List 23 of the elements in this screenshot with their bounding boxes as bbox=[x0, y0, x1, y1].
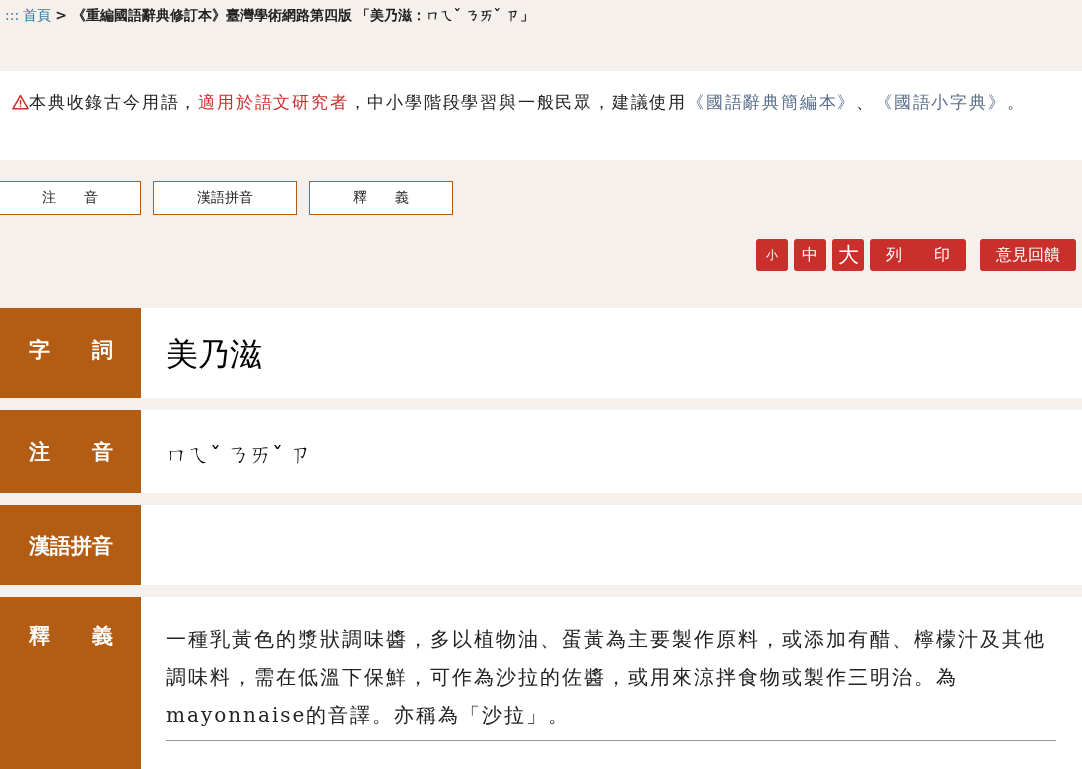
breadcrumb-entry: 「美乃滋：ㄇㄟˇ ㄋㄞˇ ㄗ」 bbox=[355, 7, 534, 25]
zhuyin-text: ㄇㄟˇ ㄋㄞˇ ㄗ bbox=[166, 441, 313, 469]
field-label: 字 詞 bbox=[0, 308, 141, 398]
definition-text: 一種乳黃色的漿狀調味醬，多以植物油、蛋黃為主要製作原料，或添加有醋、檸檬汁及其他調味料，需在低溫下保鮮，可作為沙拉的佐醬，或用來涼拌食物或製作三明治。為mayonnaise的音譯。亦稱為「沙拉」。 bbox=[166, 626, 1047, 729]
section-tab[interactable]: 釋 義 bbox=[309, 181, 453, 215]
breadcrumb-separator: ::: bbox=[5, 7, 20, 23]
font-small-button[interactable]: 小 bbox=[756, 239, 788, 271]
feedback-button[interactable]: 意見回饋 bbox=[980, 239, 1076, 271]
dictionary-link[interactable]: 《國語辭典簡編本》 bbox=[687, 92, 857, 112]
font-medium-button[interactable]: 中 bbox=[794, 239, 826, 271]
breadcrumb-text: > 《重編國語辭典修訂本》臺灣學術網路第四版 bbox=[55, 7, 352, 25]
section-tab[interactable]: 注 音 bbox=[0, 181, 141, 215]
print-button[interactable]: 列 印 bbox=[870, 239, 966, 271]
field-label: 釋 義 bbox=[0, 597, 141, 769]
headword: 美乃滋 bbox=[166, 334, 263, 375]
font-large-button[interactable]: 大 bbox=[832, 239, 864, 271]
section-tab[interactable]: 漢語拼音 bbox=[153, 181, 297, 215]
warning-icon bbox=[12, 94, 29, 110]
field-label: 漢語拼音 bbox=[0, 505, 141, 585]
field-label: 注 音 bbox=[0, 410, 141, 493]
notice-text: 本典收錄古今用語，適用於語文研究者，中小學階段學習與一般民眾，建議使用《國語辭典簡編本》、《國語小字典》。 bbox=[12, 87, 1034, 117]
home-link[interactable]: 首頁 bbox=[23, 7, 52, 25]
dictionary-link[interactable]: 《國語小字典》 bbox=[875, 92, 1007, 112]
